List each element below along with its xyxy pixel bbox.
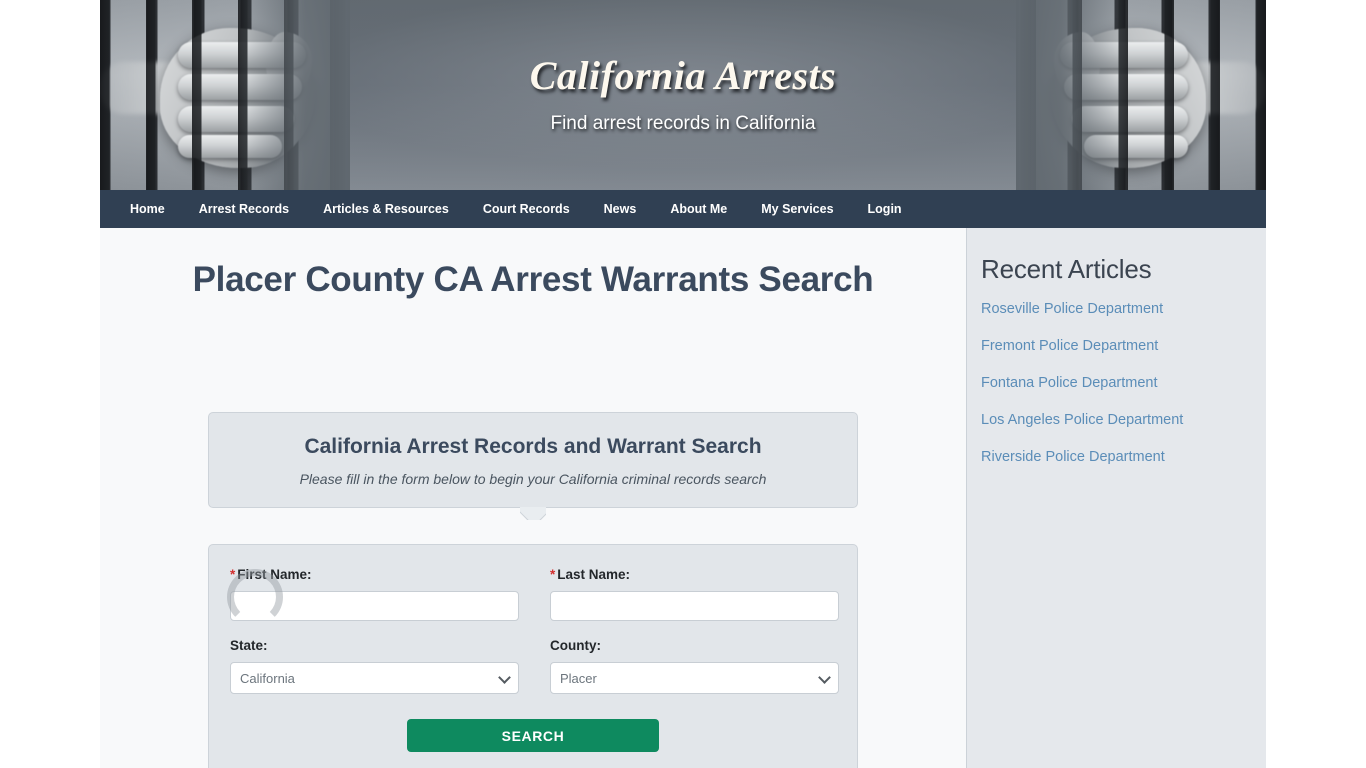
search-callout: California Arrest Records and Warrant Se…	[208, 412, 858, 508]
state-label: State:	[230, 638, 268, 653]
state-select-wrapper: California	[230, 662, 519, 694]
last-name-label-text: Last Name:	[557, 567, 631, 582]
state-select[interactable]: California	[230, 662, 519, 694]
required-asterisk: *	[230, 567, 236, 582]
site-tagline: Find arrest records in California	[550, 113, 816, 134]
nav-item-about-me[interactable]: About Me	[653, 190, 744, 228]
site-banner: California Arrests Find arrest records i…	[100, 0, 1266, 190]
sidebar-link-roseville-police-department[interactable]: Roseville Police Department	[981, 301, 1266, 317]
first-name-group: * First Name:	[230, 567, 519, 621]
site-container: California Arrests Find arrest records i…	[100, 0, 1266, 768]
callout-subtitle: Please fill in the form below to begin y…	[299, 471, 767, 487]
page-root: California Arrests Find arrest records i…	[0, 0, 1366, 768]
last-name-input[interactable]	[550, 591, 839, 621]
main-navigation: Home Arrest Records Articles & Resources…	[100, 190, 1266, 228]
last-name-group: * Last Name:	[550, 567, 839, 621]
first-name-label-text: First Name:	[237, 567, 312, 582]
sidebar-link-fremont-police-department[interactable]: Fremont Police Department	[981, 338, 1266, 354]
last-name-label: * Last Name:	[550, 567, 839, 582]
sidebar-title: Recent Articles	[981, 254, 1152, 284]
county-group: County: Placer	[550, 638, 839, 694]
nav-item-login[interactable]: Login	[851, 190, 919, 228]
content-area: Placer County CA Arrest Warrants Search …	[100, 228, 1266, 768]
nav-item-court-records[interactable]: Court Records	[466, 190, 587, 228]
form-spacer	[230, 621, 836, 638]
form-row-location: State: California County: Placer	[230, 638, 839, 694]
county-select-wrapper: Placer	[550, 662, 839, 694]
page-title: Placer County CA Arrest Warrants Search	[192, 260, 874, 299]
site-title: California Arrests	[529, 53, 837, 98]
form-row-names: * First Name: * Last Name:	[230, 567, 839, 621]
search-button[interactable]: SEARCH	[407, 719, 659, 752]
sidebar-link-los-angeles-police-department[interactable]: Los Angeles Police Department	[981, 412, 1266, 428]
nav-item-my-services[interactable]: My Services	[744, 190, 850, 228]
sidebar-link-fontana-police-department[interactable]: Fontana Police Department	[981, 375, 1266, 391]
callout-title: California Arrest Records and Warrant Se…	[304, 435, 762, 458]
sidebar-link-riverside-police-department[interactable]: Riverside Police Department	[981, 449, 1266, 465]
nav-item-arrest-records[interactable]: Arrest Records	[182, 190, 306, 228]
main-column: Placer County CA Arrest Warrants Search …	[100, 228, 966, 768]
callout-wrapper: California Arrest Records and Warrant Se…	[208, 412, 858, 508]
nav-item-articles-resources[interactable]: Articles & Resources	[306, 190, 466, 228]
county-label: County:	[550, 638, 601, 653]
search-form-panel: * First Name: * Last Name: State: Califo…	[208, 544, 858, 768]
state-group: State: California	[230, 638, 519, 694]
banner-text-block: California Arrests Find arrest records i…	[100, 0, 1266, 135]
first-name-label: * First Name:	[230, 567, 519, 582]
required-asterisk: *	[550, 567, 556, 582]
callout-pointer	[520, 507, 546, 520]
county-select[interactable]: Placer	[550, 662, 839, 694]
nav-item-home[interactable]: Home	[113, 190, 182, 228]
first-name-input[interactable]	[230, 591, 519, 621]
nav-item-news[interactable]: News	[587, 190, 654, 228]
sidebar: Recent Articles Roseville Police Departm…	[966, 228, 1266, 768]
